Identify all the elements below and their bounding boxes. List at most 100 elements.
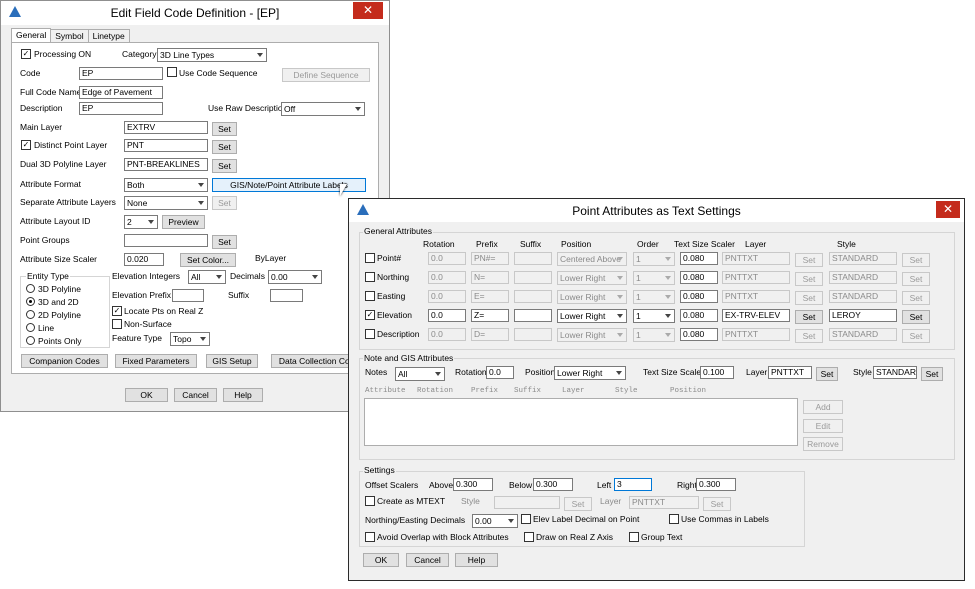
cancel-button[interactable]: Cancel <box>406 553 449 567</box>
northing-position-dropdown[interactable]: Lower Right <box>557 271 627 285</box>
description-position-dropdown[interactable]: Lower Right <box>557 328 627 342</box>
separate-attribute-layers-dropdown[interactable]: None <box>124 196 208 210</box>
below-input[interactable]: 0.300 <box>533 478 573 491</box>
note-style-set-button[interactable]: Set <box>921 367 943 381</box>
elevation-suffix-input[interactable] <box>514 309 552 322</box>
entity-points-only-radio[interactable] <box>26 336 35 345</box>
processing-on-checkbox[interactable]: ✓ <box>21 49 31 59</box>
description-style-set-button[interactable]: Set <box>902 329 930 343</box>
entity-3d-and-2d-radio[interactable] <box>26 297 35 306</box>
point-layer-input[interactable]: PNTTXT <box>722 252 790 265</box>
companion-codes-button[interactable]: Companion Codes <box>21 354 108 368</box>
set-color-button[interactable]: Set Color... <box>180 253 236 267</box>
use-raw-description-dropdown[interactable]: Off <box>281 102 365 116</box>
elevation-style-input[interactable]: LEROY <box>829 309 897 322</box>
note-rotation-input[interactable]: 0.0 <box>486 366 514 379</box>
main-layer-set-button[interactable]: Set <box>212 122 237 136</box>
northing-checkbox[interactable] <box>365 272 375 282</box>
tab-symbol[interactable]: Symbol <box>50 29 89 43</box>
point-order-dropdown[interactable]: 1 <box>633 252 675 266</box>
entity-line-radio[interactable] <box>26 323 35 332</box>
cancel-button[interactable]: Cancel <box>174 388 217 402</box>
category-dropdown[interactable]: 3D Line Types <box>157 48 267 62</box>
use-code-sequence-checkbox[interactable] <box>167 67 177 77</box>
easting-checkbox[interactable] <box>365 291 375 301</box>
feature-type-dropdown[interactable]: Topo <box>170 332 210 346</box>
northing-rotation-input[interactable]: 0.0 <box>428 271 466 284</box>
northing-style-input[interactable]: STANDARD <box>829 271 897 284</box>
close-button[interactable]: ✕ <box>353 2 383 19</box>
right-input[interactable]: 0.300 <box>696 478 736 491</box>
easting-style-input[interactable]: STANDARD <box>829 290 897 303</box>
note-layer-input[interactable]: PNTTXT <box>768 366 812 379</box>
easting-rotation-input[interactable]: 0.0 <box>428 290 466 303</box>
distinct-point-layer-input[interactable]: PNT <box>124 139 208 152</box>
ok-button[interactable]: OK <box>125 388 168 402</box>
non-surface-checkbox[interactable] <box>112 319 122 329</box>
northing-style-set-button[interactable]: Set <box>902 272 930 286</box>
easting-text-size-input[interactable]: 0.080 <box>680 290 718 303</box>
elevation-order-dropdown[interactable]: 1 <box>633 309 675 323</box>
point-position-dropdown[interactable]: Centered Above <box>557 252 627 266</box>
northing-prefix-input[interactable]: N= <box>471 271 509 284</box>
separate-attr-set-button[interactable]: Set <box>212 196 237 210</box>
elevation-checkbox[interactable]: ✓ <box>365 310 375 320</box>
gis-setup-button[interactable]: GIS Setup <box>206 354 258 368</box>
help-button[interactable]: Help <box>223 388 263 402</box>
description-suffix-input[interactable] <box>514 328 552 341</box>
decimals-dropdown[interactable]: 0.00 <box>268 270 322 284</box>
description-rotation-input[interactable]: 0.0 <box>428 328 466 341</box>
elevation-prefix-input[interactable] <box>172 289 204 302</box>
edit-button[interactable]: Edit <box>803 419 843 433</box>
create-mtext-checkbox[interactable] <box>365 496 375 506</box>
northing-suffix-input[interactable] <box>514 271 552 284</box>
easting-layer-input[interactable]: PNTTXT <box>722 290 790 303</box>
entity-3d-polyline-radio[interactable] <box>26 284 35 293</box>
easting-style-set-button[interactable]: Set <box>902 291 930 305</box>
main-layer-input[interactable]: EXTRV <box>124 121 208 134</box>
easting-order-dropdown[interactable]: 1 <box>633 290 675 304</box>
elevation-text-size-input[interactable]: 0.080 <box>680 309 718 322</box>
define-sequence-button[interactable]: Define Sequence <box>282 68 370 82</box>
note-text-size-input[interactable]: 0.100 <box>700 366 734 379</box>
mtext-layer-set-button[interactable]: Set <box>703 497 731 511</box>
dual-layer-set-button[interactable]: Set <box>212 159 237 173</box>
add-button[interactable]: Add <box>803 400 843 414</box>
point-text-size-input[interactable]: 0.080 <box>680 252 718 265</box>
note-attributes-list[interactable] <box>364 398 798 446</box>
above-input[interactable]: 0.300 <box>453 478 493 491</box>
elevation-rotation-input[interactable]: 0.0 <box>428 309 466 322</box>
description-checkbox[interactable] <box>365 329 375 339</box>
elevation-prefix-input[interactable]: Z= <box>471 309 509 322</box>
suffix-input[interactable] <box>270 289 303 302</box>
elevation-layer-set-button[interactable]: Set <box>795 310 823 324</box>
description-text-size-input[interactable]: 0.080 <box>680 328 718 341</box>
code-input[interactable]: EP <box>79 67 163 80</box>
mtext-style-input[interactable] <box>494 496 560 509</box>
northing-order-dropdown[interactable]: 1 <box>633 271 675 285</box>
point-suffix-input[interactable] <box>514 252 552 265</box>
elevation-style-set-button[interactable]: Set <box>902 310 930 324</box>
left-input[interactable]: 3 <box>614 478 652 491</box>
note-style-input[interactable]: STANDARD <box>873 366 917 379</box>
easting-suffix-input[interactable] <box>514 290 552 303</box>
use-commas-checkbox[interactable] <box>669 514 679 524</box>
easting-layer-set-button[interactable]: Set <box>795 291 823 305</box>
full-code-name-input[interactable]: Edge of Pavement <box>79 86 163 99</box>
point-groups-set-button[interactable]: Set <box>212 235 237 249</box>
draw-real-z-checkbox[interactable] <box>524 532 534 542</box>
attribute-layout-id-dropdown[interactable]: 2 <box>124 215 158 229</box>
locate-pts-real-z-checkbox[interactable]: ✓ <box>112 306 122 316</box>
easting-prefix-input[interactable]: E= <box>471 290 509 303</box>
northing-text-size-input[interactable]: 0.080 <box>680 271 718 284</box>
preview-button[interactable]: Preview <box>162 215 205 229</box>
avoid-overlap-checkbox[interactable] <box>365 532 375 542</box>
easting-position-dropdown[interactable]: Lower Right <box>557 290 627 304</box>
elev-label-decimal-checkbox[interactable] <box>521 514 531 524</box>
note-layer-set-button[interactable]: Set <box>816 367 838 381</box>
point-layer-set-button[interactable]: Set <box>795 253 823 267</box>
point-style-set-button[interactable]: Set <box>902 253 930 267</box>
description-input[interactable]: EP <box>79 102 163 115</box>
distinct-layer-set-button[interactable]: Set <box>212 140 237 154</box>
notes-dropdown[interactable]: All <box>395 367 445 381</box>
